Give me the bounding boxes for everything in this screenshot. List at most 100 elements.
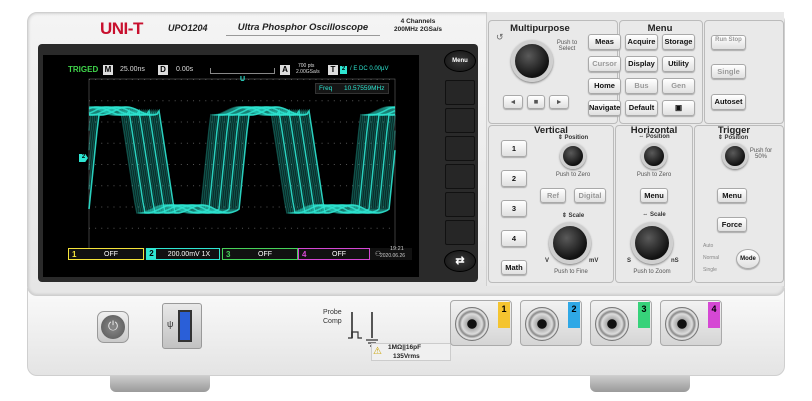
- softkey-4[interactable]: [445, 164, 475, 189]
- softkey-5[interactable]: [445, 192, 475, 217]
- vertical-scale-label: ⇕ Scale: [561, 213, 585, 219]
- vertical-v-label: V: [545, 258, 550, 264]
- push-select-label: Push to Select: [556, 40, 578, 52]
- trigger-info: / E DC 0.00µV: [350, 66, 389, 72]
- trigger-position-marker: U: [240, 76, 246, 83]
- frequency-label: Freq: [319, 85, 333, 92]
- ch2-value: 200.00mV 1X: [167, 251, 211, 258]
- ch2-bnc-input[interactable]: [525, 307, 559, 341]
- channels-count: 4 Channels: [400, 18, 436, 25]
- single-button[interactable]: Single: [711, 64, 746, 79]
- warning-icon: ⚠: [373, 346, 382, 357]
- trigger-menu-button[interactable]: Menu: [717, 188, 747, 203]
- home-button[interactable]: Home: [588, 78, 621, 94]
- ch2-number: 2: [147, 249, 156, 259]
- acquire-button[interactable]: Acquire: [625, 34, 658, 50]
- mode-button[interactable]: Mode: [736, 249, 760, 269]
- run-stop-button[interactable]: Run Stop: [711, 35, 746, 50]
- mode-single-label: Single: [703, 267, 717, 273]
- storage-button[interactable]: Storage: [662, 34, 695, 50]
- ch2-button[interactable]: 2: [501, 170, 527, 187]
- navigate-button[interactable]: Navigate: [588, 100, 621, 116]
- power-icon: ⏻: [101, 315, 125, 339]
- softkey-3[interactable]: [445, 136, 475, 161]
- undo-icon: ↺: [496, 32, 504, 42]
- trigger-level-knob[interactable]: [722, 143, 748, 169]
- gen-button[interactable]: Gen: [662, 78, 695, 94]
- memory-bar: [210, 68, 275, 74]
- horizontal-s-label: S: [627, 258, 632, 264]
- ch1-number: 1: [72, 250, 77, 259]
- ch4-button[interactable]: 4: [501, 230, 527, 247]
- vertical-position-knob[interactable]: [560, 143, 586, 169]
- usb-icon: ψ: [167, 319, 174, 329]
- ch1-status[interactable]: 1 OFF: [68, 248, 144, 260]
- horizontal-scale-knob[interactable]: [631, 222, 673, 264]
- ch3-number: 3: [226, 250, 231, 259]
- swap-icon[interactable]: ⇄: [444, 250, 476, 272]
- ch2-status[interactable]: 2 200.00mV 1X: [146, 248, 220, 260]
- trigger-state: TRIGED: [68, 65, 99, 74]
- vertical-scale-knob[interactable]: [549, 222, 591, 264]
- probe-comp-label-1: Probe: [323, 309, 342, 316]
- force-button[interactable]: Force: [717, 217, 747, 232]
- utility-button[interactable]: Utility: [662, 56, 695, 72]
- right-arrow-button[interactable]: ▸: [549, 95, 569, 109]
- horizontal-position-knob[interactable]: [641, 143, 667, 169]
- spec-label: 200MHz 2GSa/s: [393, 26, 443, 33]
- multipurpose-title: Multipurpose: [510, 23, 570, 34]
- impedance-label: 1MΩ||16pF: [388, 344, 422, 351]
- multipurpose-knob[interactable]: [511, 40, 553, 82]
- menu-softkey[interactable]: Menu: [444, 50, 476, 72]
- ch1-bnc-input[interactable]: [455, 307, 489, 341]
- default-button[interactable]: Default: [625, 100, 658, 116]
- frequency-value: 10.57559MHz: [344, 85, 385, 92]
- ch4-number: 4: [302, 250, 307, 259]
- ch4-value: OFF: [332, 251, 346, 258]
- ref-button[interactable]: Ref: [540, 188, 566, 203]
- ch3-bnc-input[interactable]: [595, 307, 629, 341]
- mode-normal-label: Normal: [703, 255, 720, 261]
- math-button[interactable]: Math: [501, 260, 527, 275]
- delay-value: 0.00s: [176, 66, 194, 73]
- brand-logo: UNI-T: [100, 19, 143, 38]
- ch1-tag: 1: [498, 302, 510, 328]
- meas-button[interactable]: Meas: [588, 34, 621, 50]
- ch3-value: OFF: [258, 251, 272, 258]
- softkey-2[interactable]: [445, 108, 475, 133]
- ch3-button[interactable]: 3: [501, 200, 527, 217]
- cursor-button[interactable]: Cursor: [588, 56, 621, 72]
- softkey-1[interactable]: [445, 80, 475, 105]
- left-arrow-button[interactable]: ◂: [503, 95, 523, 109]
- digital-button[interactable]: Digital: [574, 188, 606, 203]
- ch3-status[interactable]: 3 OFF: [222, 248, 298, 260]
- display-button[interactable]: Display: [625, 56, 658, 72]
- bus-button[interactable]: Bus: [625, 78, 658, 94]
- delay-marker: D: [158, 65, 168, 75]
- trigger-marker: T: [328, 65, 338, 75]
- horizontal-ns-label: nS: [671, 258, 679, 264]
- usb-port[interactable]: [178, 310, 192, 342]
- product-subtitle: Ultra Phosphor Oscilloscope: [226, 22, 380, 36]
- trigger-channel: 2: [340, 66, 347, 74]
- vertical-push-fine-label: Push to Fine: [554, 269, 588, 275]
- ch1-button[interactable]: 1: [501, 140, 527, 157]
- autoset-button[interactable]: Autoset: [711, 94, 746, 110]
- frequency-box: Freq 10.57559MHz: [315, 83, 389, 94]
- stop-button[interactable]: ■: [527, 95, 545, 109]
- ch4-bnc-input[interactable]: [665, 307, 699, 341]
- clock-time: 19:21: [390, 246, 404, 252]
- probe-comp-label-2: Comp: [323, 318, 342, 325]
- trigger-push50-label: Push for 50%: [749, 148, 773, 160]
- screenshot-button[interactable]: ▣: [662, 100, 695, 116]
- horizontal-push-zoom-label: Push to Zoom: [633, 269, 671, 275]
- horizontal-push-zero-label: Push to Zero: [636, 172, 672, 178]
- softkey-6[interactable]: [445, 220, 475, 245]
- horizontal-menu-button[interactable]: Menu: [640, 188, 668, 203]
- horizontal-position-label: ⇔ Position: [638, 134, 670, 140]
- clock-date: 2020.06.26: [380, 253, 406, 259]
- vertical-mv-label: mV: [589, 258, 599, 264]
- ch4-status[interactable]: 4 OFF: [298, 248, 370, 260]
- sample-rate: 2.00GSa/s: [296, 69, 320, 75]
- model-name: UPO1204: [168, 23, 208, 33]
